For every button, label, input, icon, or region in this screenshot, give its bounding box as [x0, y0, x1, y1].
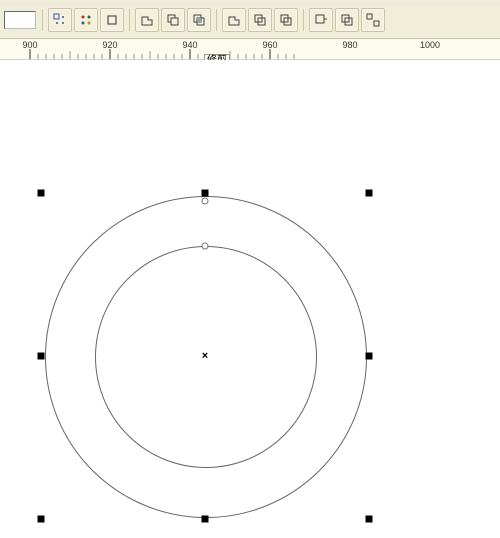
- selection-handle[interactable]: [366, 353, 373, 360]
- selection-handle[interactable]: [202, 190, 209, 197]
- shape-node[interactable]: [202, 198, 209, 205]
- selection-center-marker[interactable]: ×: [202, 350, 208, 362]
- ruler-mark-label: 980: [342, 40, 357, 50]
- input-stub-a[interactable]: [4, 11, 36, 29]
- front-minus-back-button[interactable]: [248, 8, 272, 32]
- ruler-mark-label: 940: [182, 40, 197, 50]
- separator: [129, 9, 130, 31]
- ruler-mark-label: 900: [22, 40, 37, 50]
- snap-tool-3[interactable]: [100, 8, 124, 32]
- snap-tool-1[interactable]: [48, 8, 72, 32]
- back-minus-front-button[interactable]: [274, 8, 298, 32]
- selection-handle[interactable]: [202, 516, 209, 523]
- property-bar: [0, 0, 500, 39]
- ruler-mark-label: 960: [262, 40, 277, 50]
- break-apart-button[interactable]: [361, 8, 385, 32]
- trim-button[interactable]: [161, 8, 185, 32]
- combine-button[interactable]: [335, 8, 359, 32]
- simplify-button[interactable]: [222, 8, 246, 32]
- separator: [303, 9, 304, 31]
- selection-handle[interactable]: [366, 190, 373, 197]
- ruler-mark-label: 1000: [420, 40, 440, 50]
- intersect-button[interactable]: [187, 8, 211, 32]
- selection-handle[interactable]: [38, 516, 45, 523]
- selection-handle[interactable]: [38, 190, 45, 197]
- snap-tool-2[interactable]: [74, 8, 98, 32]
- drawing-canvas[interactable]: ×: [0, 60, 500, 538]
- selection-handle[interactable]: [38, 353, 45, 360]
- separator: [216, 9, 217, 31]
- weld-button[interactable]: [135, 8, 159, 32]
- selection-handle[interactable]: [366, 516, 373, 523]
- ruler-mark-label: 920: [102, 40, 117, 50]
- boundary-button[interactable]: [309, 8, 333, 32]
- shape-node[interactable]: [202, 243, 209, 250]
- horizontal-ruler[interactable]: 90092094096098010001020 修剪: [0, 39, 500, 60]
- separator: [42, 9, 43, 31]
